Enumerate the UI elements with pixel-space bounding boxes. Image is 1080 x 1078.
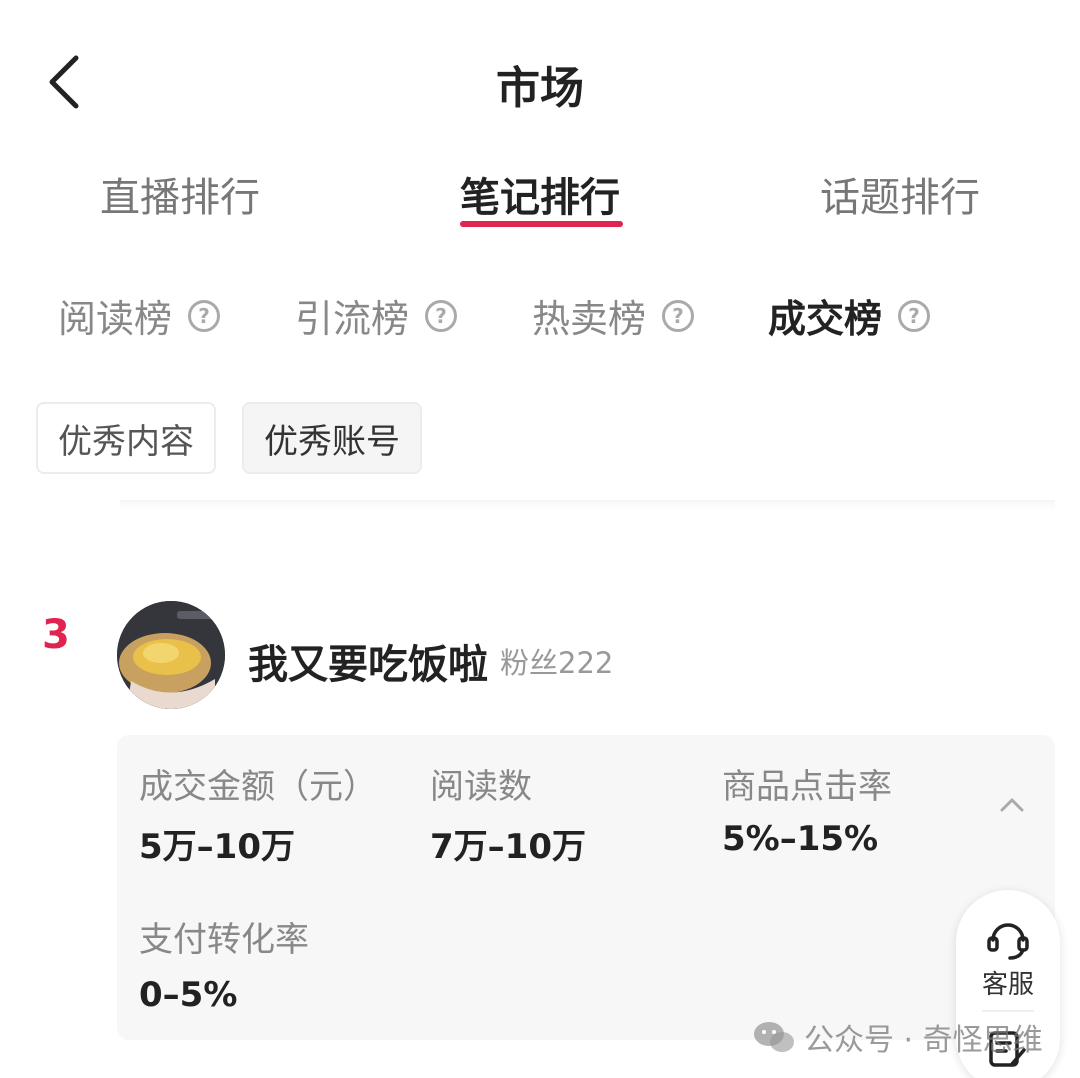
stat-label-ctr: 商品点击率 bbox=[722, 767, 892, 807]
subtab-label: 引流榜 bbox=[295, 297, 410, 341]
avatar[interactable] bbox=[117, 601, 225, 709]
subtab-label: 成交榜 bbox=[768, 297, 883, 341]
watermark-text: 公众号 · 奇怪思维 bbox=[804, 1023, 1043, 1058]
tab-topic-ranking[interactable]: 话题排行 bbox=[820, 165, 980, 223]
main-tabs: 直播排行 笔记排行 话题排行 bbox=[0, 165, 1080, 235]
divider bbox=[982, 1010, 1034, 1012]
help-circle-icon[interactable]: ? bbox=[898, 299, 931, 332]
chevron-up-icon[interactable] bbox=[997, 790, 1027, 820]
stat-label-conversion: 支付转化率 bbox=[139, 920, 309, 960]
service-label: 客服 bbox=[981, 970, 1034, 1000]
subtab-label: 热卖榜 bbox=[532, 297, 647, 341]
stat-label-gmv: 成交金额（元） bbox=[139, 767, 377, 807]
header-bar: 市场 bbox=[0, 0, 1080, 150]
account-name[interactable]: 我又要吃饭啦 bbox=[248, 632, 488, 690]
watermark: 公众号 · 奇怪思维 bbox=[752, 1015, 1043, 1059]
filter-excellent-content[interactable]: 优秀内容 bbox=[36, 402, 216, 474]
stat-value-gmv: 5万–10万 bbox=[139, 827, 295, 867]
subtab-label: 阅读榜 bbox=[58, 297, 173, 341]
filter-excellent-account[interactable]: 优秀账号 bbox=[242, 402, 422, 474]
sub-tabs: 阅读榜 ? 引流榜 ? 热卖榜 ? 成交榜 ? bbox=[0, 288, 1080, 348]
filter-group: 优秀内容 优秀账号 bbox=[36, 402, 422, 474]
rank-number: 3 bbox=[42, 612, 70, 658]
stat-value-ctr: 5%–15% bbox=[722, 819, 879, 859]
page-title: 市场 bbox=[496, 63, 584, 114]
help-circle-icon[interactable]: ? bbox=[188, 299, 221, 332]
wechat-icon bbox=[754, 1022, 794, 1052]
subtab-traffic[interactable]: 引流榜 ? bbox=[295, 288, 458, 343]
help-circle-icon[interactable]: ? bbox=[662, 299, 695, 332]
stat-value-conversion: 0–5% bbox=[139, 975, 238, 1015]
stat-value-reads: 7万–10万 bbox=[430, 827, 586, 867]
fans-count: 粉丝222 bbox=[500, 646, 614, 680]
tab-note-ranking[interactable]: 笔记排行 bbox=[460, 165, 620, 223]
headset-icon[interactable] bbox=[984, 914, 1032, 962]
divider bbox=[120, 500, 1055, 510]
active-tab-underline bbox=[460, 221, 623, 227]
tab-live-ranking[interactable]: 直播排行 bbox=[100, 165, 260, 223]
subtab-hot-selling[interactable]: 热卖榜 ? bbox=[532, 288, 695, 343]
subtab-reading[interactable]: 阅读榜 ? bbox=[58, 288, 221, 343]
stats-card: 成交金额（元） 5万–10万 阅读数 7万–10万 商品点击率 5%–15% 支… bbox=[117, 735, 1055, 1040]
help-circle-icon[interactable]: ? bbox=[425, 299, 458, 332]
subtab-transaction[interactable]: 成交榜 ? bbox=[768, 288, 931, 343]
stat-label-reads: 阅读数 bbox=[430, 767, 532, 807]
